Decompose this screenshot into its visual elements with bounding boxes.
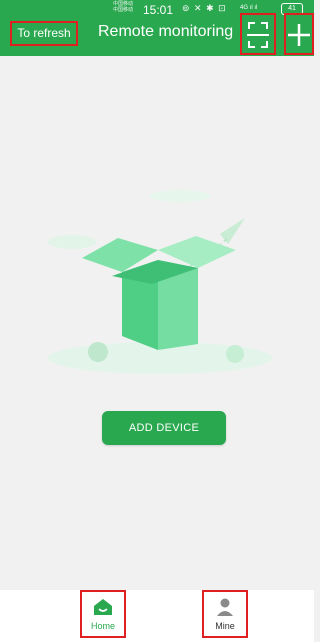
- add-button[interactable]: [284, 13, 314, 55]
- status-time: 15:01: [143, 3, 174, 17]
- tab-label-home: Home: [90, 621, 115, 631]
- tab-label-mine: Mine: [215, 621, 235, 631]
- empty-box-illustration: [48, 190, 272, 374]
- add-device-button[interactable]: ADD DEVICE: [102, 411, 226, 445]
- scan-button[interactable]: [240, 13, 276, 55]
- plus-icon: [288, 24, 310, 46]
- status-carrier: 中国移动 中国移动: [113, 1, 134, 13]
- status-signal: 4G ıl ıl: [240, 5, 258, 11]
- refresh-button[interactable]: To refresh: [10, 21, 78, 46]
- home-icon: [94, 599, 112, 615]
- app-header: 中国移动 中国移动 15:01 ⊚ ✕ ✱ ⊡ 4G ıl ıl 41 To r…: [0, 0, 314, 56]
- tab-bar: Home Mine: [0, 590, 314, 642]
- page-title: Remote monitoring: [98, 23, 234, 40]
- scan-icon: [247, 22, 269, 48]
- tab-mine[interactable]: Mine: [202, 590, 248, 638]
- tab-home[interactable]: Home: [80, 590, 126, 638]
- user-icon: [217, 598, 233, 616]
- status-icons: ⊚ ✕ ✱ ⊡: [182, 3, 227, 13]
